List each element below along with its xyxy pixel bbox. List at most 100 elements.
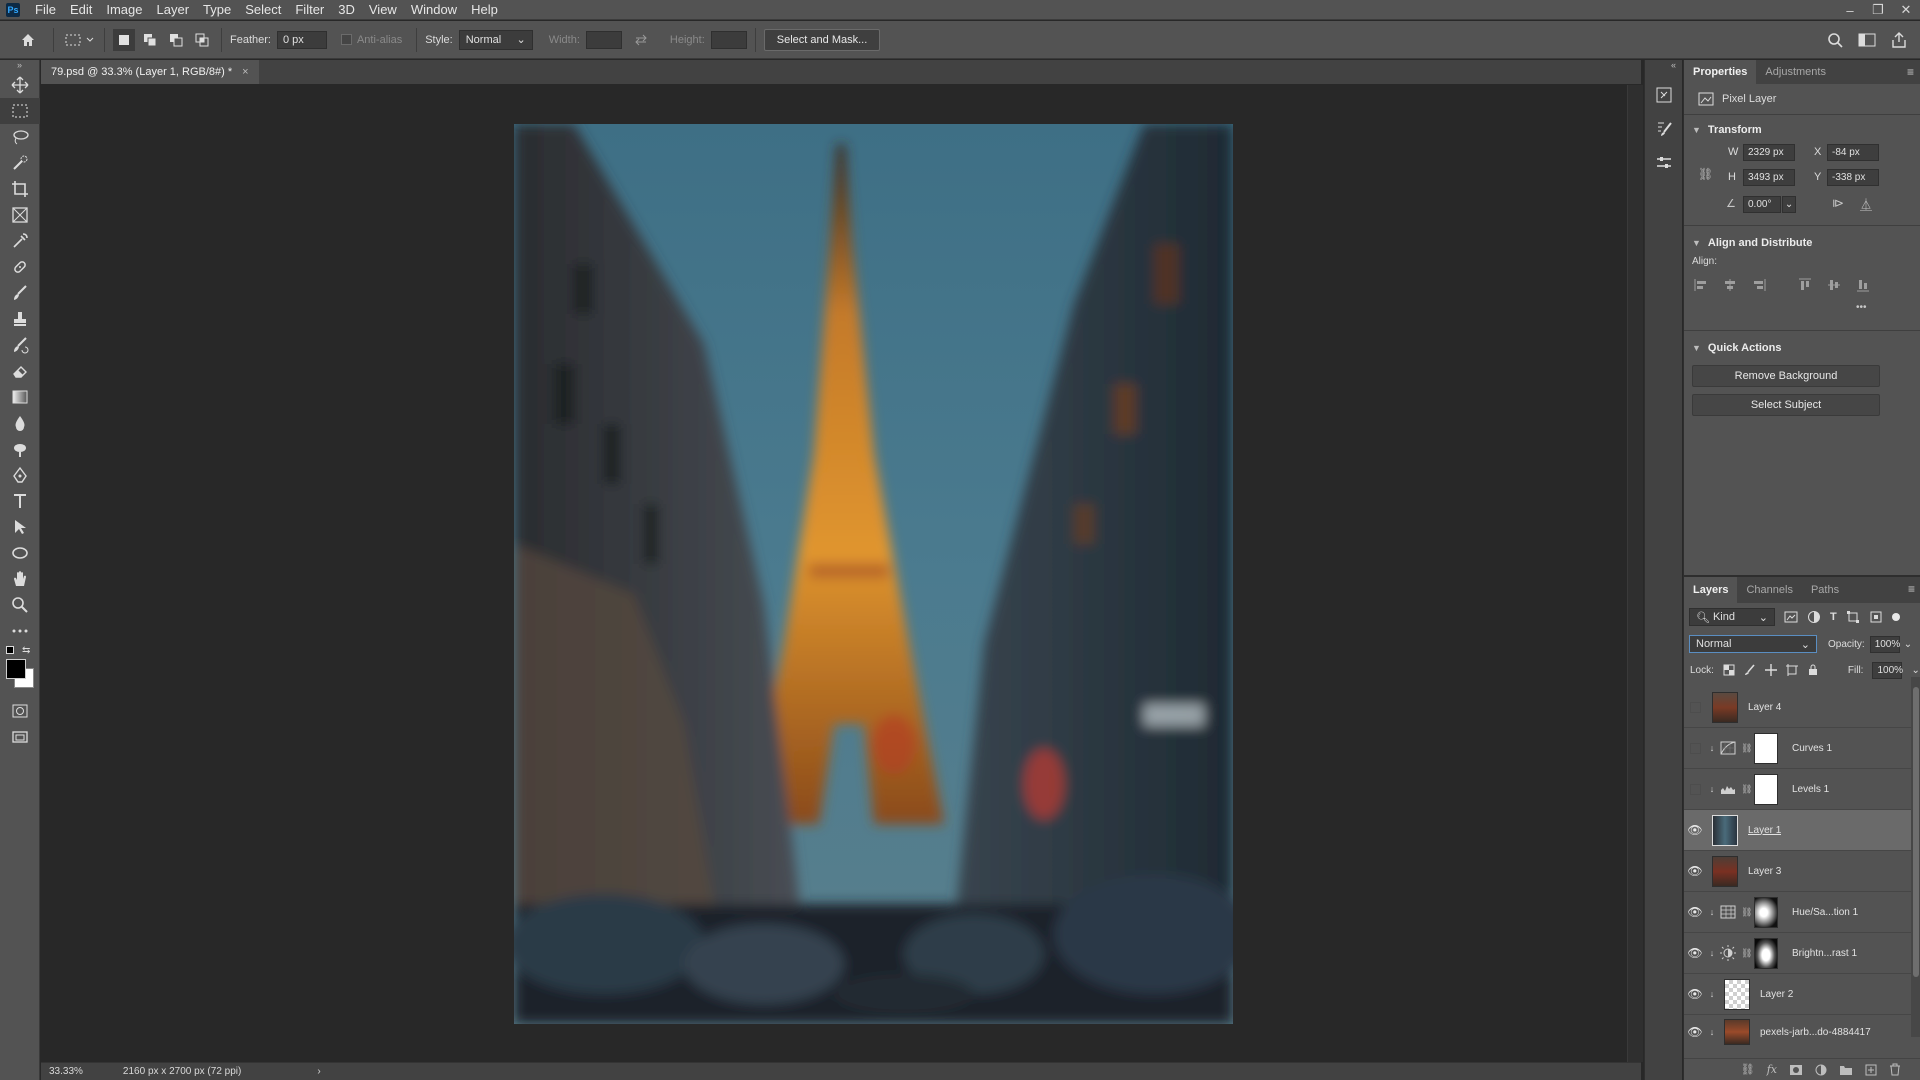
lock-position-icon[interactable]: [1764, 664, 1777, 676]
layer-mask-thumbnail[interactable]: [1754, 773, 1778, 805]
history-brush-tool-icon[interactable]: [0, 332, 40, 358]
quick-selection-tool-icon[interactable]: [0, 150, 40, 176]
menu-select[interactable]: Select: [238, 0, 288, 20]
status-menu-arrow[interactable]: ›: [309, 1066, 328, 1077]
share-icon[interactable]: [1888, 29, 1910, 51]
panel-menu-icon[interactable]: ≡: [1908, 582, 1915, 596]
layer-mask-thumbnail[interactable]: [1754, 896, 1778, 928]
menu-window[interactable]: Window: [404, 0, 464, 20]
link-icon[interactable]: ⛓: [1741, 743, 1752, 754]
frame-tool-icon[interactable]: [0, 202, 40, 228]
tab-layers[interactable]: Layers: [1684, 577, 1738, 603]
marquee-tool-icon[interactable]: [0, 98, 40, 124]
eyedropper-tool-icon[interactable]: [0, 228, 40, 254]
swap-dimensions-icon[interactable]: [630, 29, 652, 51]
visibility-toggle[interactable]: 👁︎: [1684, 1025, 1706, 1039]
layer-row[interactable]: 👁︎ ↓ ⛓ Brightn...rast 1: [1684, 933, 1920, 974]
lock-image-pixels-icon[interactable]: [1744, 664, 1756, 676]
quick-actions-header[interactable]: ▼ Quick Actions: [1684, 337, 1920, 359]
brush-settings-icon[interactable]: [1645, 112, 1683, 146]
layer-mask-thumbnail[interactable]: [1754, 937, 1778, 969]
eraser-tool-icon[interactable]: [0, 358, 40, 384]
adjustments-panel-icon[interactable]: [1645, 146, 1683, 180]
chevron-down-icon[interactable]: ⌄: [1911, 665, 1919, 676]
feather-input[interactable]: 0 px: [276, 30, 327, 49]
close-button[interactable]: ✕: [1892, 0, 1920, 20]
anti-alias-checkbox[interactable]: [340, 34, 352, 45]
height-input[interactable]: [710, 30, 747, 49]
link-icon[interactable]: ⛓: [1741, 784, 1752, 795]
menu-filter[interactable]: Filter: [288, 0, 331, 20]
menu-image[interactable]: Image: [99, 0, 149, 20]
height-field[interactable]: 3493 px: [1743, 169, 1795, 186]
new-layer-icon[interactable]: [1865, 1064, 1877, 1076]
transform-header[interactable]: ▼ Transform: [1684, 119, 1920, 141]
lasso-tool-icon[interactable]: [0, 124, 40, 150]
subtract-selection-icon[interactable]: [165, 29, 187, 51]
layer-name[interactable]: Curves 1: [1792, 743, 1832, 754]
chevron-down-icon[interactable]: [84, 29, 96, 51]
filter-pixel-icon[interactable]: [1784, 611, 1798, 623]
visibility-toggle[interactable]: 👁︎: [1684, 905, 1706, 919]
path-selection-tool-icon[interactable]: [0, 514, 40, 540]
select-subject-button[interactable]: Select Subject: [1692, 394, 1880, 416]
style-select[interactable]: Normal ⌄: [458, 29, 533, 50]
remove-background-button[interactable]: Remove Background: [1692, 365, 1880, 387]
tab-adjustments[interactable]: Adjustments: [1756, 60, 1835, 84]
move-tool-icon[interactable]: [0, 72, 40, 98]
collapse-icon[interactable]: »: [0, 60, 39, 72]
align-header[interactable]: ▼ Align and Distribute: [1684, 232, 1920, 254]
layer-row[interactable]: 👁︎ Layer 3: [1684, 851, 1920, 892]
quick-mask-icon[interactable]: [0, 698, 40, 724]
document-tab[interactable]: 79.psd @ 33.3% (Layer 1, RGB/8#) * ×: [41, 60, 259, 84]
pen-tool-icon[interactable]: [0, 462, 40, 488]
align-middle-vertical-icon[interactable]: [1827, 278, 1841, 292]
zoom-level[interactable]: 33.33%: [41, 1066, 91, 1077]
canvas-vertical-scrollbar[interactable]: [1627, 85, 1643, 1062]
zoom-tool-icon[interactable]: [0, 592, 40, 618]
filter-shape-icon[interactable]: [1846, 610, 1860, 624]
dodge-tool-icon[interactable]: [0, 436, 40, 462]
search-icon[interactable]: [1824, 29, 1846, 51]
align-top-icon[interactable]: [1798, 278, 1812, 292]
visibility-toggle[interactable]: 👁︎: [1684, 823, 1706, 837]
lock-artboard-icon[interactable]: [1785, 664, 1798, 676]
y-field[interactable]: -338 px: [1827, 169, 1879, 186]
link-icon[interactable]: ⛓: [1741, 907, 1752, 918]
new-adjustment-layer-icon[interactable]: [1815, 1064, 1827, 1076]
layer-name[interactable]: Layer 1: [1748, 825, 1781, 836]
workspace-icon[interactable]: [1856, 29, 1878, 51]
more-tools-icon[interactable]: [0, 618, 40, 644]
canvas-image[interactable]: [514, 124, 1233, 1024]
restore-button[interactable]: ❐: [1864, 0, 1892, 20]
history-panel-icon[interactable]: [1645, 78, 1683, 112]
kind-filter-select[interactable]: 🔍︎ Kind ⌄: [1689, 608, 1775, 626]
layer-row[interactable]: 👁︎ ↓ ⛓ Hue/Sa...tion 1: [1684, 892, 1920, 933]
align-right-icon[interactable]: [1752, 278, 1766, 292]
tab-paths[interactable]: Paths: [1802, 577, 1848, 603]
layer-mask-thumbnail[interactable]: [1754, 732, 1778, 764]
trash-icon[interactable]: [1889, 1063, 1901, 1076]
align-left-icon[interactable]: [1694, 278, 1708, 292]
canvas-area[interactable]: [41, 85, 1641, 1062]
add-selection-icon[interactable]: [139, 29, 161, 51]
close-tab-icon[interactable]: ×: [242, 66, 248, 78]
visibility-toggle[interactable]: [1684, 783, 1706, 795]
angle-dropdown[interactable]: ⌄: [1782, 196, 1796, 213]
visibility-toggle[interactable]: 👁︎: [1684, 864, 1706, 878]
link-layers-icon[interactable]: ⛓: [1741, 1063, 1755, 1076]
layer-name[interactable]: pexels-jarb...do-4884417: [1760, 1027, 1871, 1038]
add-mask-icon[interactable]: [1789, 1064, 1803, 1076]
link-icon[interactable]: ⛓: [1741, 948, 1752, 959]
minimize-button[interactable]: –: [1836, 0, 1864, 20]
visibility-toggle[interactable]: 👁︎: [1684, 987, 1706, 1001]
layer-row[interactable]: Layer 4: [1684, 687, 1920, 728]
layer-row[interactable]: ↓ ⛓ Curves 1: [1684, 728, 1920, 769]
layer-name[interactable]: Layer 3: [1748, 866, 1781, 877]
swap-colors-icon[interactable]: ⇆: [22, 645, 30, 656]
chevron-down-icon[interactable]: ⌄: [1904, 639, 1912, 650]
menu-type[interactable]: Type: [196, 0, 238, 20]
filter-toggle[interactable]: [1891, 613, 1900, 621]
menu-help[interactable]: Help: [464, 0, 505, 20]
new-group-icon[interactable]: [1839, 1064, 1853, 1076]
